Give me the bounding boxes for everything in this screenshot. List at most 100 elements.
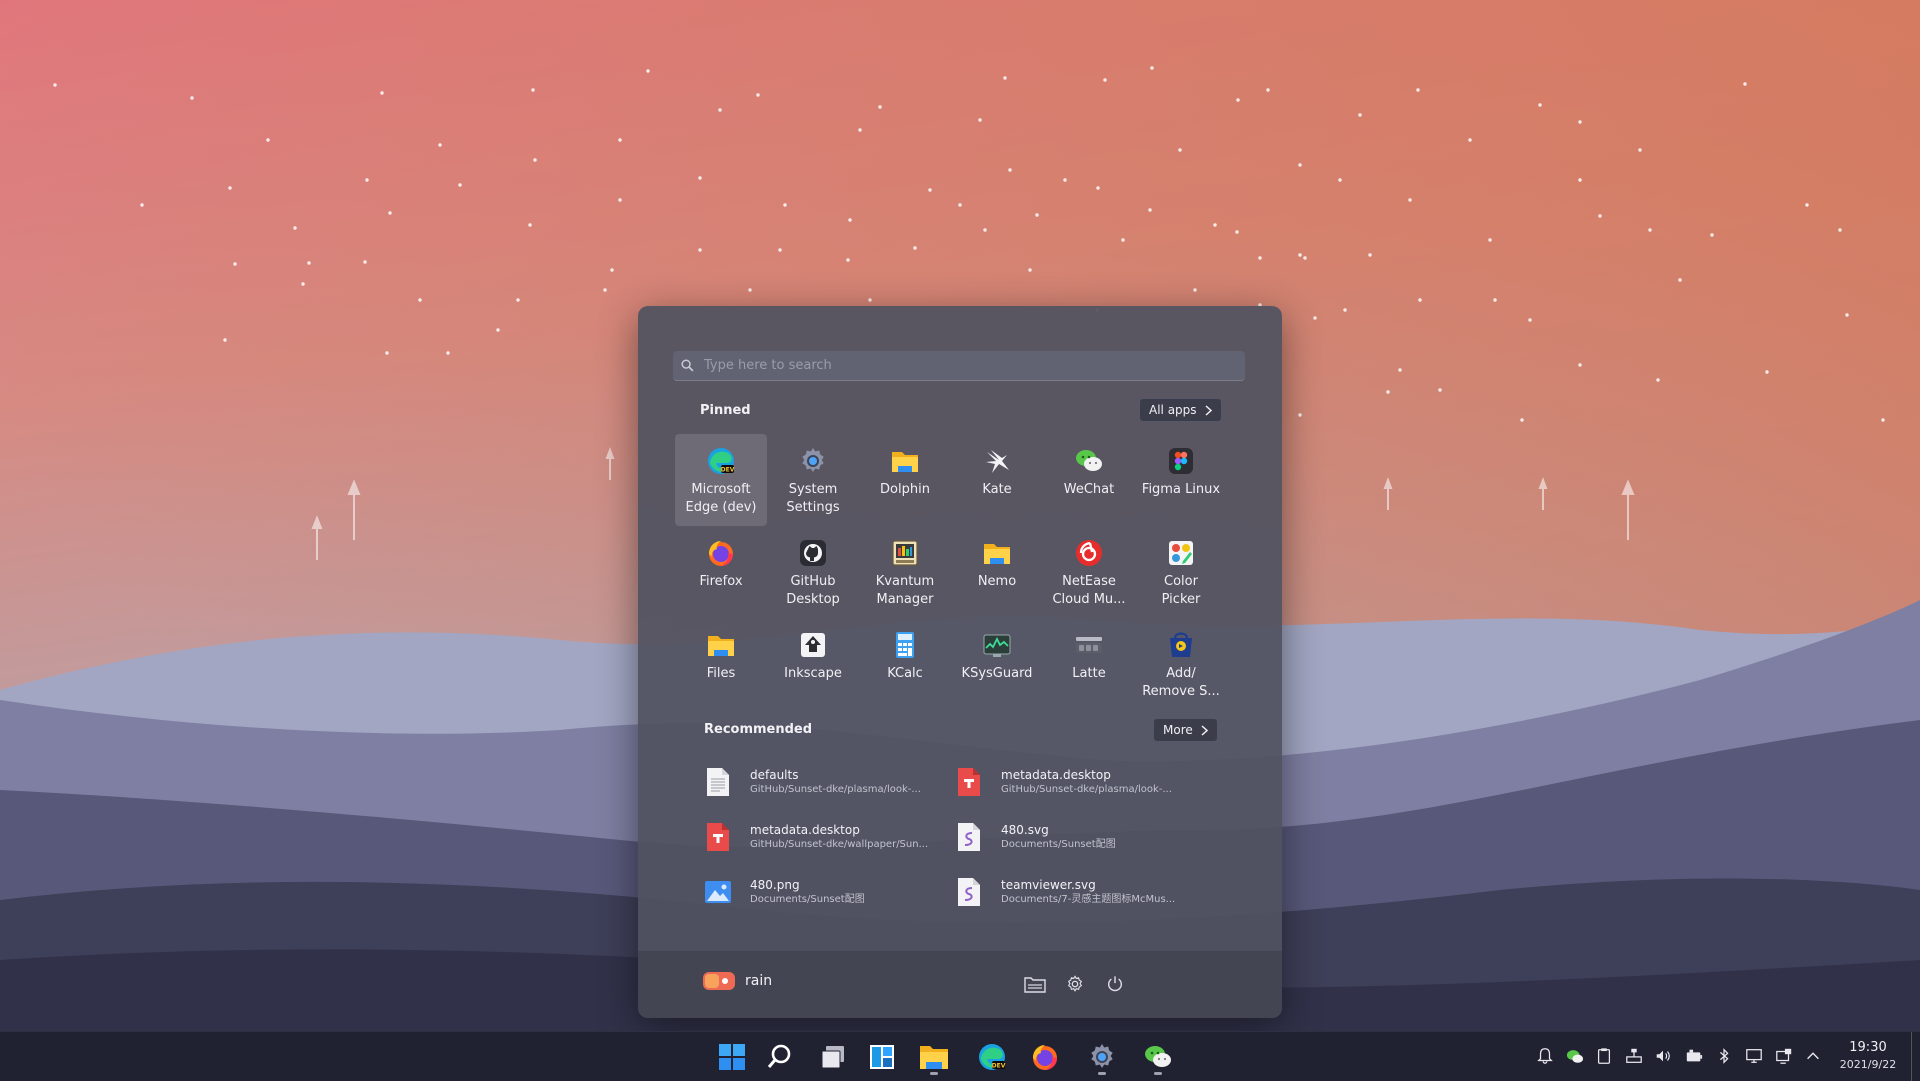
file-explorer-icon <box>919 1043 949 1071</box>
pinned-app-label: Kate <box>982 482 1012 497</box>
star <box>458 183 462 187</box>
pinned-app-kvantum-manager[interactable]: Kvantum Manager <box>859 526 951 618</box>
pinned-app-latte[interactable]: Latte <box>1043 618 1135 710</box>
star <box>698 176 702 180</box>
recommended-item[interactable]: metadata.desktop GitHub/Sunset-dke/wallp… <box>704 815 944 859</box>
recommended-item[interactable]: 480.png Documents/Sunset配图 <box>704 870 944 914</box>
pinned-app-label: GitHub Desktop <box>786 574 840 607</box>
star <box>718 108 722 112</box>
wechat-icon <box>1074 446 1104 476</box>
recommended-item-path: GitHub/Sunset-dke/wallpaper/Sun... <box>750 839 929 850</box>
taskbar-file-explorer-button[interactable] <box>914 1038 954 1076</box>
star <box>301 282 305 286</box>
star <box>385 351 389 355</box>
pinned-app-label: Inkscape <box>784 666 842 681</box>
star <box>603 288 607 292</box>
notifications-bell-icon[interactable] <box>1535 1046 1555 1066</box>
search-icon <box>766 1043 794 1071</box>
pinned-app-microsoft-edge-dev[interactable]: DEV Microsoft Edge (dev) <box>675 434 767 526</box>
pinned-app-label: Figma Linux <box>1141 482 1221 497</box>
star <box>1493 298 1497 302</box>
edge-dev-icon: DEV <box>706 446 736 476</box>
wechat-tray-icon[interactable] <box>1565 1046 1585 1066</box>
star <box>1398 368 1402 372</box>
pinned-app-ksysguard[interactable]: KSysGuard <box>951 618 1043 710</box>
star <box>516 298 520 302</box>
recommended-item[interactable]: metadata.desktop GitHub/Sunset-dke/plasm… <box>955 760 1195 804</box>
pinned-app-wechat[interactable]: WeChat <box>1043 434 1135 526</box>
recommended-item-text: 480.png Documents/Sunset配图 <box>750 877 940 907</box>
star <box>1386 390 1390 394</box>
taskbar-task-view-button[interactable] <box>813 1038 853 1076</box>
taskbar-edge-dev-button[interactable]: DEV <box>972 1038 1012 1076</box>
user-profile[interactable]: rain <box>703 971 772 991</box>
clock-time: 19:30 <box>1849 1040 1887 1055</box>
more-label: More <box>1163 723 1193 737</box>
pinned-app-netease-cloud-mu[interactable]: NetEase Cloud Mu... <box>1043 526 1135 618</box>
taskbar-settings-gear-button[interactable] <box>1082 1038 1122 1076</box>
pinned-app-add-remove-s[interactable]: Add/ Remove S... <box>1135 618 1227 710</box>
bluetooth-icon[interactable] <box>1714 1046 1734 1066</box>
volume-icon[interactable] <box>1653 1046 1673 1066</box>
pinned-app-files[interactable]: Files <box>675 618 767 710</box>
pinned-app-system-settings[interactable]: System Settings <box>767 434 859 526</box>
pinned-app-dolphin[interactable]: Dolphin <box>859 434 951 526</box>
star <box>1103 78 1107 82</box>
pinned-app-label: Nemo <box>977 574 1017 589</box>
settings-button[interactable] <box>1060 969 1090 999</box>
pinned-app-firefox[interactable]: Firefox <box>675 526 767 618</box>
star <box>1805 203 1809 207</box>
taskbar-widgets-button[interactable] <box>862 1038 902 1076</box>
screen-share-icon[interactable] <box>1774 1046 1794 1066</box>
task-view-icon <box>819 1043 847 1071</box>
star <box>438 143 442 147</box>
chevron-up-icon[interactable] <box>1803 1046 1823 1066</box>
documents-button[interactable] <box>1020 969 1050 999</box>
search-input[interactable] <box>702 357 1226 374</box>
pinned-app-kcalc[interactable]: KCalc <box>859 618 951 710</box>
text-file-icon <box>704 766 732 798</box>
show-desktop-button[interactable] <box>1911 1032 1920 1081</box>
edge-dev-icon: DEV <box>977 1042 1007 1072</box>
pinned-app-label: Dolphin <box>880 482 930 497</box>
star <box>1438 388 1442 392</box>
taskbar-start-windows-button[interactable] <box>712 1038 752 1076</box>
color-picker-icon <box>1166 538 1196 568</box>
taskbar-firefox-button[interactable] <box>1025 1038 1065 1076</box>
star <box>1303 256 1307 260</box>
network-wired-icon[interactable] <box>1624 1046 1644 1066</box>
pinned-app-figma-linux[interactable]: Figma Linux <box>1135 434 1227 526</box>
star <box>1578 120 1582 124</box>
pinned-app-label: System Settings <box>786 482 840 515</box>
github-icon <box>798 538 828 568</box>
display-icon[interactable] <box>1744 1046 1764 1066</box>
star <box>846 258 850 262</box>
star <box>1710 233 1714 237</box>
pinned-app-github-desktop[interactable]: GitHub Desktop <box>767 526 859 618</box>
battery-icon[interactable] <box>1684 1046 1704 1066</box>
star <box>1743 82 1747 86</box>
star <box>1266 88 1270 92</box>
star <box>1148 208 1152 212</box>
pinned-app-color-picker[interactable]: Color Picker <box>1135 526 1227 618</box>
taskbar-search-button[interactable] <box>760 1038 800 1076</box>
figma-icon <box>1166 446 1196 476</box>
star <box>1678 278 1682 282</box>
clock[interactable]: 19:30 2021/9/22 <box>1830 1039 1906 1073</box>
running-indicator <box>930 1072 938 1075</box>
star <box>1648 228 1652 232</box>
star <box>388 211 392 215</box>
more-button[interactable]: More <box>1153 718 1218 742</box>
recommended-item[interactable]: defaults GitHub/Sunset-dke/plasma/look-.… <box>704 760 944 804</box>
recommended-item[interactable]: teamviewer.svg Documents/7-灵感主题图标McMus..… <box>955 870 1195 914</box>
recommended-item[interactable]: 480.svg Documents/Sunset配图 <box>955 815 1195 859</box>
power-button[interactable] <box>1100 969 1130 999</box>
pinned-app-nemo[interactable]: Nemo <box>951 526 1043 618</box>
clipboard-icon[interactable] <box>1594 1046 1614 1066</box>
all-apps-button[interactable]: All apps <box>1139 398 1222 422</box>
taskbar-wechat-button[interactable] <box>1138 1038 1178 1076</box>
start-windows-icon <box>718 1043 746 1071</box>
pinned-app-inkscape[interactable]: Inkscape <box>767 618 859 710</box>
pinned-app-kate[interactable]: Kate <box>951 434 1043 526</box>
search-bar[interactable] <box>673 351 1245 381</box>
